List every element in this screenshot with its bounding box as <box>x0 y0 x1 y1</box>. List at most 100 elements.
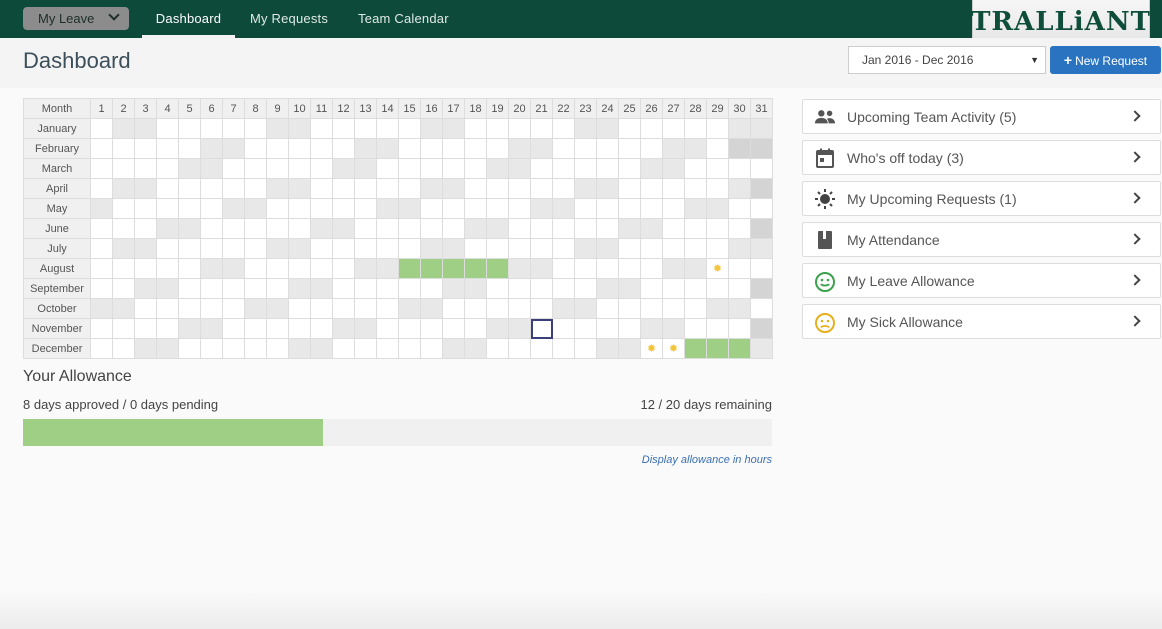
calendar-day-cell[interactable] <box>464 138 487 159</box>
calendar-day-cell[interactable] <box>112 198 135 219</box>
calendar-day-cell[interactable] <box>662 118 685 139</box>
calendar-day-cell[interactable] <box>222 258 245 279</box>
calendar-day-cell[interactable] <box>376 338 399 359</box>
calendar-day-cell[interactable] <box>530 298 553 319</box>
calendar-day-cell[interactable] <box>288 258 311 279</box>
calendar-day-cell[interactable] <box>728 318 751 339</box>
calendar-day-cell[interactable] <box>376 198 399 219</box>
calendar-day-cell[interactable] <box>310 118 333 139</box>
calendar-day-cell[interactable] <box>640 298 663 319</box>
calendar-day-cell[interactable] <box>222 338 245 359</box>
calendar-day-cell[interactable] <box>178 118 201 139</box>
calendar-day-cell[interactable] <box>90 198 113 219</box>
calendar-day-cell[interactable] <box>684 218 707 239</box>
calendar-day-cell[interactable] <box>288 118 311 139</box>
calendar-day-cell[interactable] <box>508 138 531 159</box>
calendar-day-cell[interactable] <box>662 318 685 339</box>
calendar-day-cell[interactable] <box>684 298 707 319</box>
calendar-day-cell[interactable] <box>464 338 487 359</box>
calendar-day-cell[interactable] <box>354 198 377 219</box>
calendar-day-cell[interactable] <box>618 338 641 359</box>
calendar-day-cell[interactable] <box>332 158 355 179</box>
calendar-day-cell[interactable] <box>354 158 377 179</box>
calendar-day-cell[interactable] <box>574 118 597 139</box>
leave-day-cell[interactable] <box>728 338 751 359</box>
calendar-day-cell[interactable] <box>332 118 355 139</box>
calendar-day-cell[interactable] <box>90 318 113 339</box>
calendar-day-cell[interactable] <box>552 338 575 359</box>
calendar-day-cell[interactable] <box>112 298 135 319</box>
calendar-day-cell[interactable] <box>354 238 377 259</box>
calendar-day-cell[interactable] <box>574 318 597 339</box>
calendar-day-cell[interactable] <box>244 238 267 259</box>
calendar-day-cell[interactable] <box>376 318 399 339</box>
calendar-day-cell[interactable] <box>266 138 289 159</box>
calendar-day-cell[interactable] <box>332 178 355 199</box>
calendar-day-cell[interactable] <box>530 238 553 259</box>
calendar-day-cell[interactable] <box>596 238 619 259</box>
calendar-day-cell[interactable] <box>266 298 289 319</box>
calendar-day-cell[interactable] <box>376 138 399 159</box>
calendar-day-cell[interactable] <box>420 218 443 239</box>
calendar-day-cell[interactable] <box>486 118 509 139</box>
calendar-day-cell[interactable] <box>200 278 223 299</box>
calendar-day-cell[interactable] <box>706 158 729 179</box>
calendar-day-cell[interactable] <box>662 298 685 319</box>
calendar-day-cell[interactable] <box>552 218 575 239</box>
calendar-day-cell[interactable] <box>376 278 399 299</box>
calendar-day-cell[interactable] <box>156 298 179 319</box>
calendar-day-cell[interactable] <box>684 138 707 159</box>
calendar-day-cell[interactable] <box>596 338 619 359</box>
calendar-day-cell[interactable] <box>442 138 465 159</box>
calendar-day-cell[interactable] <box>332 318 355 339</box>
calendar-day-cell[interactable] <box>398 298 421 319</box>
calendar-day-cell[interactable] <box>530 198 553 219</box>
calendar-day-cell[interactable] <box>354 338 377 359</box>
calendar-day-cell[interactable] <box>398 158 421 179</box>
calendar-day-cell[interactable] <box>618 298 641 319</box>
calendar-day-cell[interactable] <box>398 118 421 139</box>
display-hours-link[interactable]: Display allowance in hours <box>600 454 772 466</box>
requested-day-cell[interactable]: ✹ <box>706 258 729 279</box>
calendar-day-cell[interactable] <box>244 218 267 239</box>
calendar-day-cell[interactable] <box>552 318 575 339</box>
calendar-day-cell[interactable] <box>244 138 267 159</box>
calendar-day-cell[interactable] <box>728 298 751 319</box>
calendar-day-cell[interactable] <box>662 238 685 259</box>
calendar-day-cell[interactable] <box>244 178 267 199</box>
calendar-day-cell[interactable] <box>178 178 201 199</box>
calendar-day-cell[interactable] <box>90 338 113 359</box>
calendar-day-cell[interactable] <box>640 318 663 339</box>
calendar-day-cell[interactable] <box>618 238 641 259</box>
calendar-day-cell[interactable] <box>464 238 487 259</box>
calendar-day-cell[interactable] <box>530 158 553 179</box>
calendar-day-cell[interactable] <box>200 138 223 159</box>
calendar-day-cell[interactable] <box>398 138 421 159</box>
calendar-day-cell[interactable] <box>244 338 267 359</box>
calendar-day-cell[interactable] <box>750 158 773 179</box>
calendar-day-cell[interactable] <box>684 198 707 219</box>
calendar-day-cell[interactable] <box>706 118 729 139</box>
calendar-day-cell[interactable] <box>310 338 333 359</box>
calendar-day-cell[interactable] <box>420 298 443 319</box>
leave-day-cell[interactable] <box>398 258 421 279</box>
calendar-day-cell[interactable] <box>552 238 575 259</box>
calendar-day-cell[interactable] <box>728 258 751 279</box>
calendar-day-cell[interactable] <box>574 158 597 179</box>
calendar-day-cell[interactable] <box>288 218 311 239</box>
calendar-day-cell[interactable] <box>178 278 201 299</box>
calendar-day-cell[interactable] <box>618 278 641 299</box>
calendar-day-cell[interactable] <box>464 278 487 299</box>
calendar-day-cell[interactable] <box>574 278 597 299</box>
calendar-day-cell[interactable] <box>486 178 509 199</box>
calendar-day-cell[interactable] <box>442 118 465 139</box>
calendar-day-cell[interactable] <box>684 258 707 279</box>
calendar-day-cell[interactable] <box>310 318 333 339</box>
calendar-day-cell[interactable] <box>288 238 311 259</box>
calendar-day-cell[interactable] <box>200 118 223 139</box>
calendar-day-cell[interactable] <box>640 278 663 299</box>
calendar-day-cell[interactable] <box>156 338 179 359</box>
calendar-day-cell[interactable] <box>486 318 509 339</box>
calendar-day-cell[interactable] <box>354 298 377 319</box>
calendar-day-cell[interactable] <box>134 198 157 219</box>
